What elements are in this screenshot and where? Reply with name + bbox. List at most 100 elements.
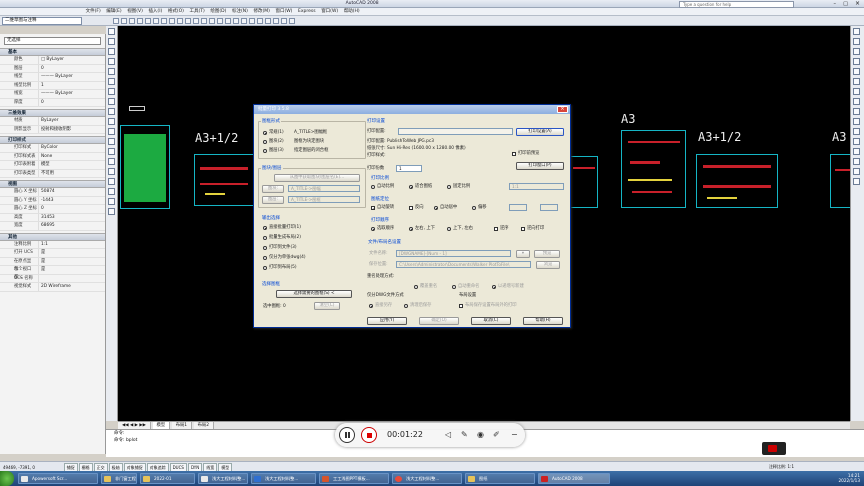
- property-value[interactable]: 0: [38, 98, 105, 106]
- preview-checkbox[interactable]: [512, 152, 516, 156]
- property-value[interactable]: 68695: [38, 222, 105, 230]
- preview-icon[interactable]: [144, 18, 151, 24]
- figure-mode-radio-3[interactable]: [263, 149, 267, 153]
- output-radio-4[interactable]: [263, 256, 267, 260]
- reverse-checkbox[interactable]: [409, 206, 413, 210]
- offset-icon[interactable]: [853, 58, 860, 65]
- scale-icon[interactable]: [853, 98, 860, 105]
- output-radio-2[interactable]: [263, 236, 267, 240]
- property-value[interactable]: 1:1: [38, 240, 105, 248]
- figure-mode-radio-1[interactable]: [263, 131, 267, 135]
- annotation-scale[interactable]: 注释比例: 1:1: [769, 463, 794, 471]
- tab-model[interactable]: 模型: [152, 422, 171, 429]
- mtext-icon[interactable]: [108, 208, 115, 215]
- property-value[interactable]: 50874: [38, 188, 105, 196]
- output-radio-1[interactable]: [263, 226, 267, 230]
- insert-block-icon[interactable]: [108, 138, 115, 145]
- browse-button[interactable]: 浏览: [536, 261, 560, 269]
- menu-file[interactable]: 文件(F): [86, 8, 101, 16]
- property-row[interactable]: 注释比例 1:1: [0, 240, 105, 249]
- save-path-field[interactable]: C:\Users\Administrator\Documents\Walker …: [396, 261, 531, 268]
- file-name-preview-button[interactable]: 预览: [534, 250, 560, 258]
- taskbar-item[interactable]: 2022-01: [140, 473, 195, 484]
- point-icon[interactable]: [108, 158, 115, 165]
- draw-icon[interactable]: ✐: [493, 430, 500, 439]
- sheet-set-icon[interactable]: [264, 18, 271, 24]
- auto-rotate-checkbox[interactable]: [371, 206, 375, 211]
- menu-tools[interactable]: 工具(T): [190, 8, 205, 16]
- help-icon[interactable]: [288, 18, 295, 24]
- cut-icon[interactable]: [160, 18, 167, 24]
- zoom-previous-icon[interactable]: [232, 18, 239, 24]
- property-value[interactable]: ByColor: [38, 144, 105, 152]
- webcam-icon[interactable]: [762, 442, 786, 455]
- scale-radio-fit[interactable]: [409, 185, 413, 189]
- property-value[interactable]: ——— ByLayer: [38, 90, 105, 98]
- open-icon[interactable]: [120, 18, 127, 24]
- property-row[interactable]: 厚度 0: [0, 98, 105, 107]
- select-frames-button[interactable]: 选择需要的图框(S) <: [276, 290, 352, 298]
- help-button[interactable]: 帮助(H): [523, 317, 563, 325]
- hatch-icon[interactable]: [108, 168, 115, 175]
- properties-icon[interactable]: [240, 18, 247, 24]
- property-row[interactable]: 打印样式表 None: [0, 152, 105, 161]
- ellipse-arc-icon[interactable]: [108, 128, 115, 135]
- property-row[interactable]: 高度 31453: [0, 213, 105, 222]
- new-icon[interactable]: [112, 18, 119, 24]
- sep-radio-clean[interactable]: [404, 304, 408, 308]
- property-row[interactable]: 打印表类型 不可用: [0, 169, 105, 178]
- taskbar-item[interactable]: Apowersoft Scr...: [18, 473, 98, 484]
- property-row[interactable]: 在原点显示... 是: [0, 257, 105, 272]
- selection-combo[interactable]: 无选择: [4, 37, 101, 45]
- property-value[interactable]: 2D Wireframe: [38, 283, 105, 291]
- drawing-sheet-6[interactable]: [830, 154, 852, 208]
- design-center-icon[interactable]: [248, 18, 255, 24]
- plot-setup-button[interactable]: 打印设置(A): [516, 128, 564, 136]
- property-value[interactable]: 是: [38, 266, 105, 274]
- property-row[interactable]: 打印样式 ByColor: [0, 144, 105, 153]
- menu-window[interactable]: 窗口(W): [275, 8, 292, 16]
- menu-format[interactable]: 格式(O): [168, 8, 184, 16]
- property-row[interactable]: 线型比例 1: [0, 81, 105, 90]
- scale-radio-fixed[interactable]: [447, 185, 451, 189]
- taskbar-item[interactable]: 浅大工程材料整...: [251, 473, 316, 484]
- property-row[interactable]: 阴影显示 投射和接收阴影: [0, 125, 105, 134]
- copies-field[interactable]: 1: [396, 165, 422, 172]
- property-row[interactable]: UCS 名称: [0, 274, 105, 283]
- property-row[interactable]: 打开 UCS ... 是: [0, 249, 105, 263]
- offset-y-field[interactable]: [540, 204, 558, 211]
- menu-draw[interactable]: 绘图(D): [210, 8, 226, 16]
- property-value[interactable]: 不可用: [38, 169, 105, 177]
- property-row[interactable]: 视觉样式 2D Wireframe: [0, 283, 105, 292]
- property-value[interactable]: 1: [38, 81, 105, 89]
- drawing-sheet-1[interactable]: [120, 125, 170, 209]
- menu-view[interactable]: 视图(V): [127, 8, 143, 16]
- apply-button[interactable]: 应用(Y): [367, 317, 407, 325]
- drawing-sheet-5[interactable]: [696, 154, 778, 208]
- property-value[interactable]: 模型: [38, 161, 105, 169]
- minimize-icon[interactable]: –: [834, 1, 837, 7]
- zoom-window-icon[interactable]: [224, 18, 231, 24]
- reverse-print-checkbox[interactable]: [521, 227, 525, 231]
- output-radio-5[interactable]: [263, 266, 267, 270]
- zoom-realtime-icon[interactable]: [216, 18, 223, 24]
- workspace-select[interactable]: 二维草图与注释: [2, 17, 82, 25]
- output-radio-3[interactable]: [263, 246, 267, 250]
- reverse-order-checkbox[interactable]: [494, 227, 498, 231]
- property-row[interactable]: 图层 0: [0, 64, 105, 73]
- get-block-name-button[interactable]: 从图中获取图块/图层名(E)...: [274, 174, 360, 182]
- order-radio-lr[interactable]: [409, 227, 413, 231]
- offset-x-field[interactable]: [509, 204, 527, 211]
- drawing-sheet-2[interactable]: [194, 154, 256, 206]
- move-icon[interactable]: [853, 78, 860, 85]
- redo-icon[interactable]: [200, 18, 207, 24]
- menu-edit[interactable]: 编辑(E): [106, 8, 121, 16]
- property-value[interactable]: 0: [38, 64, 105, 72]
- property-row[interactable]: 宽度 68695: [0, 222, 105, 231]
- property-row[interactable]: 打印表附着 模型: [0, 161, 105, 170]
- property-value[interactable]: □ ByLayer: [38, 56, 105, 64]
- order-radio-ud[interactable]: [447, 227, 451, 231]
- property-row[interactable]: 材质 ByLayer: [0, 117, 105, 126]
- menu-insert[interactable]: 插入(I): [148, 8, 162, 16]
- publish-icon[interactable]: [152, 18, 159, 24]
